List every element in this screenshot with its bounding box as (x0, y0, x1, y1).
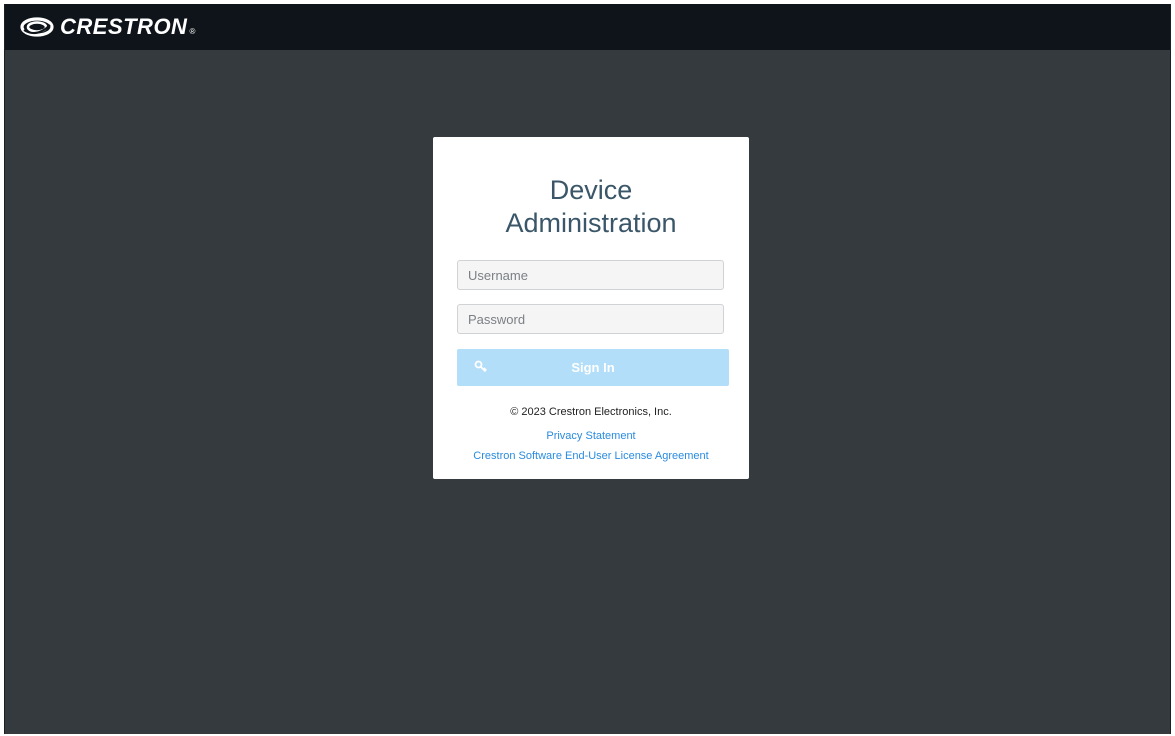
key-icon (474, 360, 487, 373)
app-frame: CRESTRON ® Device Administration Sign In… (4, 4, 1171, 734)
privacy-statement-link[interactable]: Privacy Statement (433, 430, 749, 442)
brand-name: CRESTRON (60, 14, 188, 39)
password-input[interactable] (457, 304, 724, 334)
title-line-2: Administration (505, 208, 677, 238)
crestron-swirl-icon (20, 17, 54, 37)
title-line-1: Device (549, 175, 633, 205)
sign-in-label: Sign In (571, 360, 615, 375)
sign-in-button[interactable]: Sign In (457, 349, 729, 386)
login-card: Device Administration Sign In © 2023 Cre… (433, 137, 749, 479)
copyright-text: © 2023 Crestron Electronics, Inc. (510, 406, 672, 418)
username-input[interactable] (457, 260, 724, 290)
page-title: Device Administration (433, 174, 749, 240)
eula-link[interactable]: Crestron Software End-User License Agree… (433, 450, 749, 462)
top-bar: CRESTRON ® (5, 4, 1170, 50)
crestron-logo: CRESTRON ® (20, 13, 195, 41)
registered-mark: ® (189, 26, 196, 36)
